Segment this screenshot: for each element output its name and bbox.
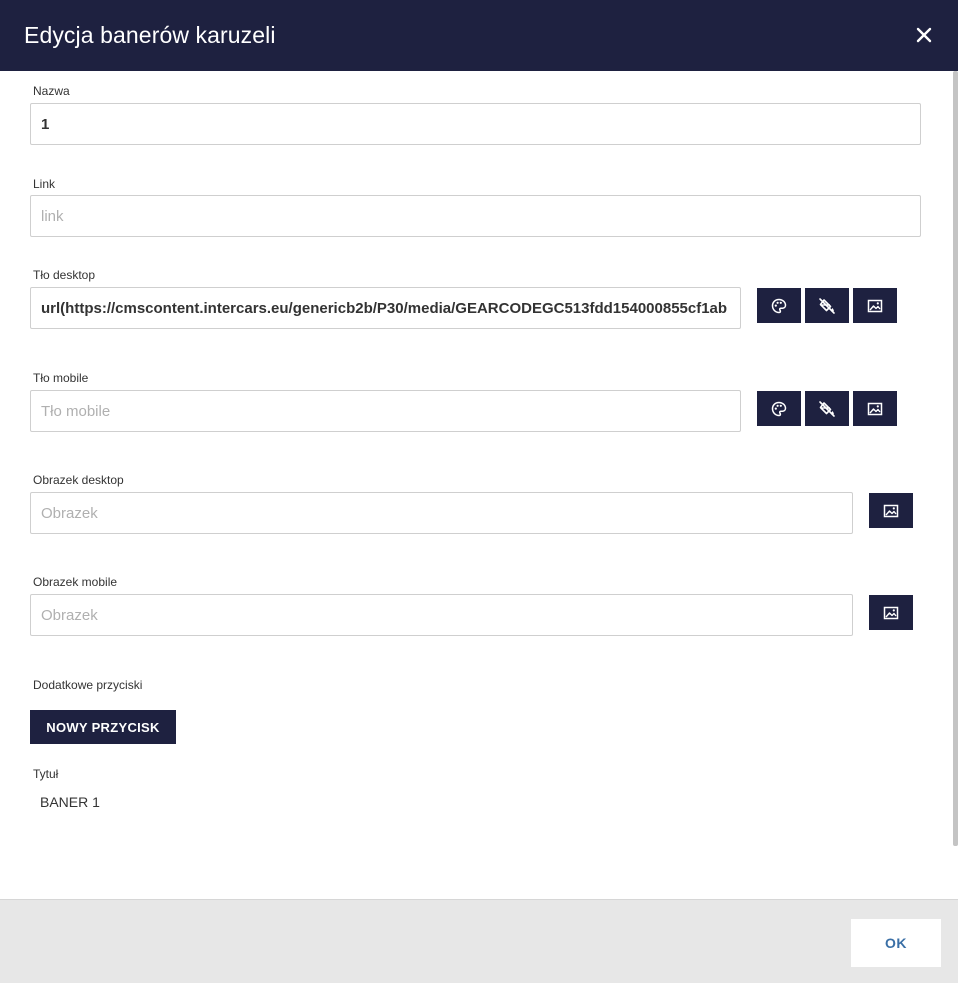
close-button[interactable] <box>912 23 936 47</box>
tlo-mobile-label: Tło mobile <box>33 371 89 385</box>
dialog-header: Edycja banerów karuzeli <box>0 0 958 71</box>
obrazek-desktop-input[interactable]: Obrazek <box>30 492 853 534</box>
new-button-button[interactable]: NOWY PRZYCISK <box>30 710 176 744</box>
scrollbar[interactable] <box>952 71 958 899</box>
tlo-desktop-label: Tło desktop <box>33 268 96 282</box>
image-icon <box>867 402 883 415</box>
additional-buttons-label: Dodatkowe przyciski <box>33 678 143 692</box>
nazwa-label: Nazwa <box>33 84 70 98</box>
tlo-mobile-input[interactable]: Tło mobile <box>30 390 741 432</box>
image-icon <box>883 504 899 517</box>
obrazek-mobile-label: Obrazek mobile <box>33 575 118 589</box>
tlo-mobile-clear-fill-button[interactable] <box>805 391 849 426</box>
nazwa-input[interactable]: 1 <box>30 103 921 145</box>
scrollbar-thumb[interactable] <box>953 71 958 846</box>
tlo-mobile-color-button[interactable] <box>757 391 801 426</box>
edit-banner-dialog: Edycja banerów karuzeli Nazwa 1 Link lin… <box>0 0 958 983</box>
close-icon <box>916 27 932 43</box>
tytul-label: Tytuł <box>33 767 59 781</box>
image-icon <box>883 606 899 619</box>
dialog-title: Edycja banerów karuzeli <box>24 22 276 48</box>
tlo-desktop-image-button[interactable] <box>853 288 897 323</box>
tlo-desktop-input[interactable]: url(https://cmscontent.intercars.eu/gene… <box>30 287 741 329</box>
ok-button[interactable]: OK <box>851 919 941 967</box>
palette-icon <box>771 401 787 416</box>
tlo-desktop-clear-fill-button[interactable] <box>805 288 849 323</box>
obrazek-mobile-input[interactable]: Obrazek <box>30 594 853 636</box>
fill-off-icon <box>819 400 835 417</box>
dialog-footer: OK <box>0 899 958 983</box>
palette-icon <box>771 298 787 313</box>
image-icon <box>867 299 883 312</box>
tlo-desktop-color-button[interactable] <box>757 288 801 323</box>
tlo-mobile-image-button[interactable] <box>853 391 897 426</box>
dialog-body: Nazwa 1 Link link Tło desktop url(https:… <box>0 71 952 899</box>
obrazek-desktop-label: Obrazek desktop <box>33 473 124 487</box>
link-input[interactable]: link <box>30 195 921 237</box>
fill-off-icon <box>819 297 835 314</box>
link-label: Link <box>33 177 56 191</box>
tytul-value[interactable]: BANER 1 <box>40 794 100 810</box>
obrazek-desktop-image-button[interactable] <box>869 493 913 528</box>
obrazek-mobile-image-button[interactable] <box>869 595 913 630</box>
